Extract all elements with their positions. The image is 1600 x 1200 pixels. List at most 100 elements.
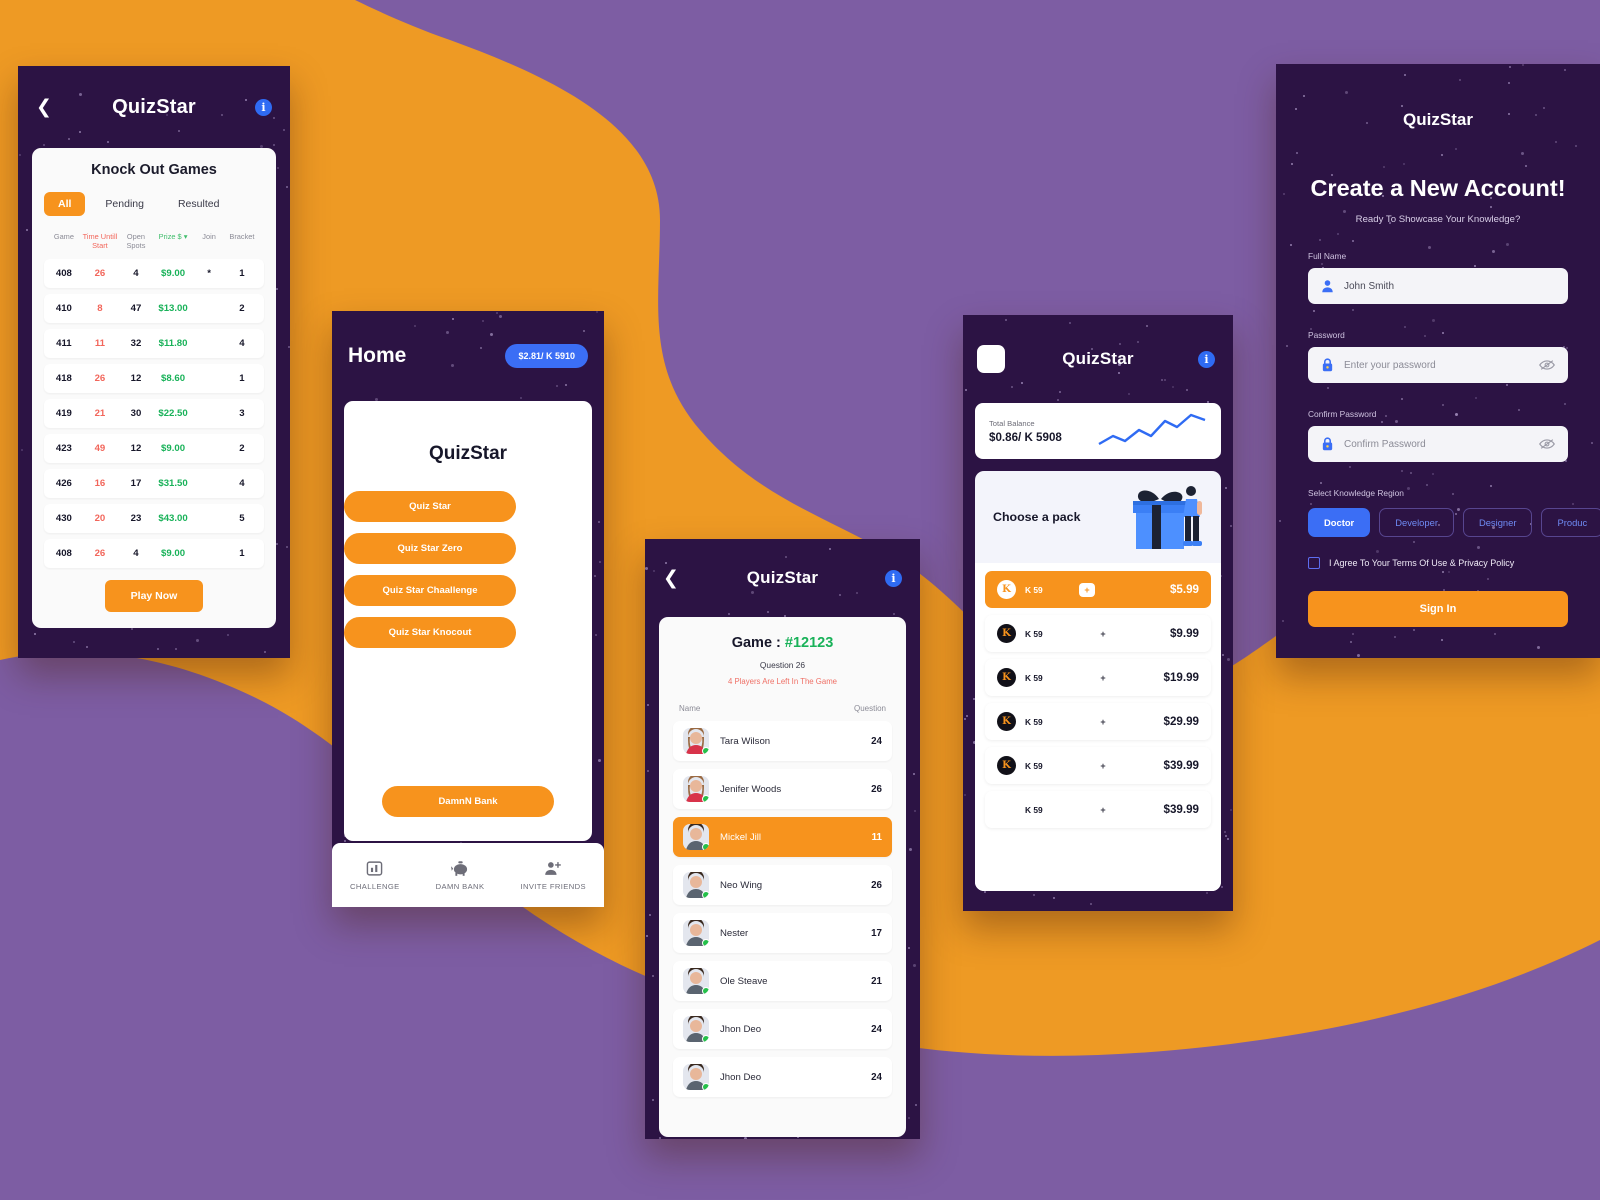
home-button-3[interactable]: Quiz Star Chaallenge <box>344 575 516 606</box>
pack-hero: Choose a pack <box>975 471 1221 563</box>
region-chip-developer[interactable]: Developer <box>1379 508 1454 537</box>
avatar <box>683 1016 709 1042</box>
list-item[interactable]: Jhon Deo 24 <box>673 1057 892 1097</box>
account-logo: QuizStar <box>1403 110 1473 129</box>
pack-hero-title: Choose a pack <box>993 510 1081 524</box>
game-title: Game : #12123 <box>673 635 892 651</box>
list-item[interactable]: Jhon Deo 24 <box>673 1009 892 1049</box>
table-row[interactable]: 426 16 17 $31.50 4 <box>44 468 264 498</box>
cell-bracket: 3 <box>239 407 245 419</box>
list-item[interactable]: Neo Wing 26 <box>673 865 892 905</box>
table-row[interactable]: 408 26 4 $9.00 1 <box>44 538 264 568</box>
tab-challenge[interactable]: CHALLENGE <box>350 860 400 891</box>
page-title: QuizStar <box>746 568 819 587</box>
terms-checkbox[interactable] <box>1308 557 1320 569</box>
terms-agreement-row[interactable]: I Agree To Your Terms Of Use & Privacy P… <box>1308 557 1568 569</box>
table-row[interactable]: 418 26 12 $8.60 1 <box>44 363 264 393</box>
knockout-tab-resulted[interactable]: Resulted <box>164 192 233 216</box>
cell-bracket: 1 <box>239 267 245 279</box>
cell-game: 430 <box>55 512 72 524</box>
piggy-bank-icon <box>450 860 467 876</box>
damn-bank-button[interactable]: DamnN Bank <box>382 786 554 817</box>
pack-option-row[interactable]: K K 59 + $19.99 <box>985 659 1211 696</box>
lock-icon <box>1322 358 1333 372</box>
info-icon[interactable]: i <box>885 569 902 587</box>
pack-option-row[interactable]: KK 59+$39.99 <box>985 791 1211 828</box>
pack-option-row[interactable]: KK 59+$39.99 <box>985 747 1211 784</box>
cell-game: 418 <box>55 372 72 384</box>
region-chip-list: Doctor Developer Designer Produc <box>1308 508 1600 537</box>
home-logo: QuizStar <box>428 443 508 464</box>
region-chip-doctor[interactable]: Doctor <box>1308 508 1371 537</box>
table-row[interactable]: 430 20 23 $43.00 5 <box>44 503 264 533</box>
tab-damn-bank[interactable]: DAMN BANK <box>436 860 485 891</box>
pack-option-row[interactable]: K K 59 + $29.99 <box>985 703 1211 740</box>
player-name: Neo Wing <box>720 879 763 891</box>
knockout-table-header: Game Time Untill Start Open Spots Prize … <box>44 232 264 259</box>
eye-off-icon[interactable] <box>1539 438 1555 450</box>
screen-knockout-games: ❮ QuizStar i Knock Out Games All Pending R… <box>18 66 290 658</box>
password-input[interactable]: Enter your password <box>1308 347 1568 383</box>
menu-square-icon[interactable] <box>977 345 1005 373</box>
table-row[interactable]: 423 49 12 $9.00 2 <box>44 433 264 463</box>
plus-icon: + <box>1100 628 1106 639</box>
list-item[interactable]: Mickel Jill 11 <box>673 817 892 857</box>
pack-coins: K 59 <box>1025 716 1043 727</box>
list-item[interactable]: Tara Wilson 24 <box>673 721 892 761</box>
chevron-left-icon[interactable]: ❮ <box>36 97 52 117</box>
cell-spots: 32 <box>130 337 142 349</box>
sign-in-button[interactable]: Sign In <box>1308 591 1568 627</box>
table-row[interactable]: 410 8 47 $13.00 2 <box>44 293 264 323</box>
eye-off-icon[interactable] <box>1539 359 1555 371</box>
tab-invite-friends[interactable]: INVITE FRIENDS <box>520 860 586 891</box>
pack-coins: K 59 <box>1025 804 1043 815</box>
knockout-table: Game Time Untill Start Open Spots Prize … <box>44 232 264 568</box>
home-title: Home <box>348 344 407 367</box>
cell-join: * <box>207 267 211 279</box>
online-status-dot <box>702 843 709 850</box>
chevron-down-icon: ▾ <box>183 232 188 241</box>
region-chip-produc[interactable]: Produc <box>1541 508 1600 537</box>
home-button-1[interactable]: Quiz Star <box>344 491 516 522</box>
online-status-dot <box>702 747 709 754</box>
password-input[interactable]: Confirm Password <box>1308 426 1568 462</box>
home-button-4[interactable]: Quiz Star Knocout <box>344 617 516 648</box>
info-icon[interactable]: i <box>1198 350 1215 368</box>
knockout-row-list: 408 26 4 $9.00 * 1 410 8 47 $13.00 2 411 11 32 $11.80 4… <box>44 258 264 568</box>
table-row[interactable]: 419 21 30 $22.50 3 <box>44 398 264 428</box>
chevron-left-icon[interactable]: ❮ <box>663 568 679 588</box>
player-name: Tara Wilson <box>720 735 771 747</box>
table-row[interactable]: 411 11 32 $11.80 4 <box>44 328 264 358</box>
cell-prize: $31.50 <box>158 477 188 489</box>
choose-pack-card: Choose a pack KK 59 + $5.99 K K 59 + $9.… <box>975 471 1221 891</box>
list-item[interactable]: Nester 17 <box>673 913 892 953</box>
knockout-tab-pending[interactable]: Pending <box>91 192 158 216</box>
cell-spots: 12 <box>130 442 142 454</box>
region-chip-designer[interactable]: Designer <box>1462 508 1533 537</box>
screen-home: Home $2.81/ K 5910 QuizStar Quiz Star Qui… <box>332 311 604 907</box>
online-status-dot <box>702 1083 709 1090</box>
avatar <box>683 824 709 850</box>
info-icon[interactable]: i <box>255 98 272 116</box>
cell-game: 410 <box>55 302 72 314</box>
table-row[interactable]: 408 26 4 $9.00 * 1 <box>44 258 264 288</box>
coin-icon: K <box>997 624 1016 643</box>
knockout-tab-all[interactable]: All <box>44 192 86 216</box>
list-item[interactable]: Jenifer Woods 26 <box>673 769 892 809</box>
cell-spots: 12 <box>130 372 142 384</box>
cell-game: 411 <box>56 337 72 349</box>
field-label: Confirm Password <box>1308 409 1377 419</box>
pack-price: $5.99 <box>1169 583 1199 596</box>
fullname-input[interactable]: John Smith <box>1308 268 1568 304</box>
balance-badge[interactable]: $2.81/ K 5910 <box>505 344 588 368</box>
cell-game: 426 <box>55 477 72 489</box>
cell-prize: $9.00 <box>161 547 186 559</box>
knockout-filter-tabs: All Pending Resulted <box>44 192 264 216</box>
home-button-2[interactable]: Quiz Star Zero <box>344 533 516 564</box>
play-now-button[interactable]: Play Now <box>104 579 204 612</box>
pack-option-row[interactable]: K K 59 + $9.99 <box>985 615 1211 652</box>
person-icon <box>1322 280 1333 293</box>
pack-option-row[interactable]: K K 59 + $5.99 <box>985 571 1211 608</box>
list-item[interactable]: Ole Steave 21 <box>673 961 892 1001</box>
column-prize[interactable]: Prize $ ▾ <box>152 232 194 251</box>
